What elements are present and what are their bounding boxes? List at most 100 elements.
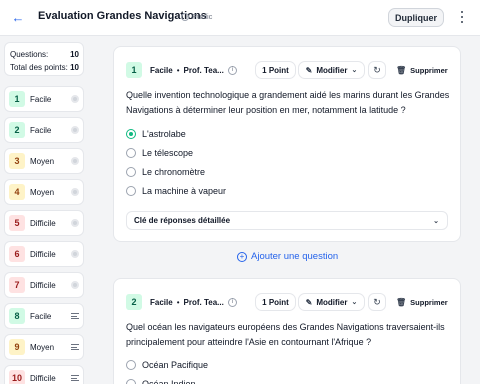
sidebar-question-6[interactable]: 6 Difficile [4, 241, 84, 267]
chevron-down-icon: ⌄ [433, 217, 439, 225]
modify-label: Modifier [316, 65, 348, 75]
difficulty-label: Moyen [30, 187, 55, 197]
difficulty-label: Moyen [30, 156, 55, 166]
visibility-indicator: Public [181, 12, 212, 21]
sidebar-question-2[interactable]: 2 Facile [4, 117, 84, 143]
question-number: 5 [9, 215, 25, 231]
add-question-label: Ajouter une question [251, 251, 339, 262]
modify-button[interactable]: ✎ Modifier ⌄ [298, 61, 365, 79]
sidebar-question-10[interactable]: 10 Difficile [4, 365, 84, 384]
points-button[interactable]: 1 Point [255, 61, 296, 79]
sidebar-question-1[interactable]: 1 Facile [4, 86, 84, 112]
radio-icon[interactable] [126, 147, 136, 158]
difficulty-label: Facile [30, 125, 52, 135]
answer-option[interactable]: La machine à vapeur [126, 181, 426, 200]
add-question-button[interactable]: + Ajouter une question [237, 251, 338, 262]
text-lines-icon [71, 375, 79, 381]
answer-option[interactable]: Océan Indien [126, 374, 426, 384]
question-number: 7 [9, 277, 25, 293]
difficulty-label: Facile [30, 311, 52, 321]
top-bar: ← Evaluation Grandes Navigations Public … [0, 0, 480, 36]
regenerate-icon[interactable]: ↻ [368, 61, 386, 79]
answer-options: Océan Pacifique Océan Indien [126, 355, 426, 384]
answer-key-dropdown[interactable]: Clé de réponses détaillée ⌄ [126, 211, 448, 230]
radio-icon [71, 219, 79, 227]
sidebar-question-7[interactable]: 7 Difficile [4, 272, 84, 298]
delete-button[interactable]: 🗑 Supprimer [396, 293, 452, 311]
trash-icon: 🗑 [396, 297, 407, 307]
sidebar-question-5[interactable]: 5 Difficile [4, 210, 84, 236]
question-nav-list: 1 Facile 2 Facile 3 Moyen 4 Moyen 5 Difficile 6 Dif… [4, 86, 84, 384]
option-label: Le télescope [142, 147, 194, 158]
delete-label: Supprimer [410, 297, 448, 307]
radio-icon [71, 281, 79, 289]
trash-icon: 🗑 [396, 65, 407, 75]
back-arrow-icon[interactable]: ← [10, 10, 26, 26]
radio-icon[interactable] [126, 166, 136, 177]
difficulty-label: Moyen [30, 342, 55, 352]
chevron-down-icon: ⌄ [351, 299, 358, 306]
radio-icon[interactable] [126, 128, 136, 139]
difficulty-label: Difficile [30, 249, 56, 259]
option-label: L'astrolabe [142, 128, 186, 139]
question-text: Quelle invention technologique a grandem… [126, 90, 450, 115]
question-difficulty: Facile [150, 297, 173, 307]
answer-option[interactable]: L'astrolabe [126, 124, 426, 143]
info-icon[interactable]: i [227, 65, 237, 75]
question-author: Prof. Tea... [183, 65, 224, 75]
radio-icon [71, 95, 79, 103]
sidebar-question-9[interactable]: 9 Moyen [4, 334, 84, 360]
points-total: 10 [70, 63, 79, 72]
option-label: Océan Indien [142, 378, 196, 384]
question-author: Prof. Tea... [183, 297, 224, 307]
question-number: 3 [9, 153, 25, 169]
chevron-down-icon: ⌄ [351, 67, 358, 74]
radio-icon[interactable] [126, 378, 136, 384]
sidebar-question-4[interactable]: 4 Moyen [4, 179, 84, 205]
difficulty-label: Difficile [30, 218, 56, 228]
points-label: Total des points: [10, 63, 68, 72]
sidebar-question-3[interactable]: 3 Moyen [4, 148, 84, 174]
points-button[interactable]: 1 Point [255, 293, 296, 311]
question-number: 4 [9, 184, 25, 200]
question-number: 6 [9, 246, 25, 262]
question-number: 9 [9, 339, 25, 355]
duplicate-button[interactable]: Dupliquer [388, 8, 444, 27]
globe-icon [181, 12, 189, 21]
delete-button[interactable]: 🗑 Supprimer [396, 61, 452, 79]
radio-icon [71, 250, 79, 258]
separator-dot: • [176, 65, 180, 75]
question-number: 1 [9, 91, 25, 107]
question-card-1: 1 Facile • Prof. Tea... i 1 Point ✎ Modi… [113, 46, 461, 242]
answer-option[interactable]: Océan Pacifique [126, 355, 426, 374]
radio-icon[interactable] [126, 185, 136, 196]
question-number: 10 [9, 370, 25, 384]
text-lines-icon [71, 313, 79, 319]
difficulty-label: Difficile [30, 373, 56, 383]
more-options-icon[interactable] [456, 9, 468, 25]
text-lines-icon [71, 344, 79, 350]
question-difficulty: Facile [150, 65, 173, 75]
separator-dot: • [176, 297, 180, 307]
sidebar-question-8[interactable]: 8 Facile [4, 303, 84, 329]
question-number: 2 [126, 294, 142, 310]
question-card-2: 2 Facile • Prof. Tea... i 1 Point ✎ Modi… [113, 278, 461, 384]
quiz-summary: Questions: 10 Total des points: 10 [4, 42, 84, 76]
modify-label: Modifier [316, 297, 348, 307]
regenerate-icon[interactable]: ↻ [368, 293, 386, 311]
radio-icon [71, 157, 79, 165]
modify-button[interactable]: ✎ Modifier ⌄ [298, 293, 365, 311]
visibility-label: Public [192, 12, 213, 21]
answer-option[interactable]: Le télescope [126, 143, 426, 162]
option-label: Océan Pacifique [142, 359, 209, 370]
info-icon[interactable]: i [227, 297, 237, 307]
plus-circle-icon: + [237, 251, 247, 262]
pencil-icon: ✎ [305, 65, 313, 75]
question-number: 8 [9, 308, 25, 324]
radio-icon[interactable] [126, 359, 136, 370]
radio-icon [71, 126, 79, 134]
radio-icon [71, 188, 79, 196]
option-label: La machine à vapeur [142, 185, 227, 196]
answer-option[interactable]: Le chronomètre [126, 162, 426, 181]
question-number: 1 [126, 62, 142, 78]
